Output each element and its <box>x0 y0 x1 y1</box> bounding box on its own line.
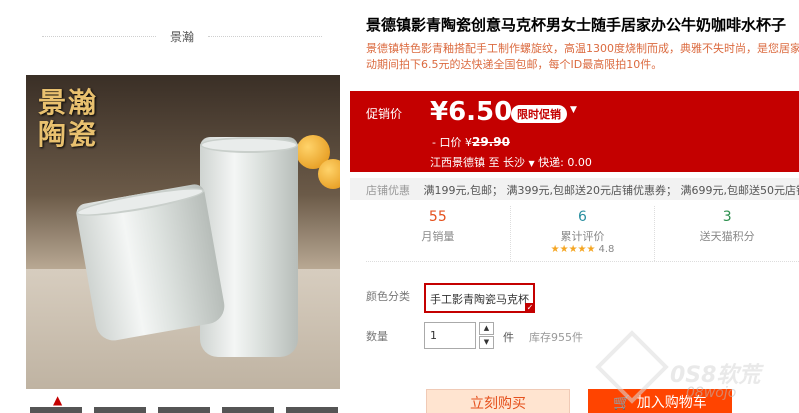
shop-header: 景瀚 <box>42 26 323 46</box>
brand-logo: 景瀚陶瓷 <box>38 86 99 151</box>
stats-row: 55 月销量 6 累计评价 ★★★★★ 4.8 3 送天猫积分 <box>366 206 799 262</box>
coupon-text[interactable]: 满199元,包邮； 满399元,包邮送20元店铺优惠券； 满699元,包邮送50… <box>424 184 799 197</box>
sku-option-text: 手工影青陶瓷马克杯 <box>430 293 529 306</box>
promo-price: ¥6.50 <box>430 97 513 127</box>
sku-label: 颜色分类 <box>366 290 410 303</box>
check-icon: ✓ <box>525 303 535 313</box>
orange-decoration <box>318 159 340 189</box>
divider <box>42 35 156 37</box>
cup-rim <box>200 137 298 153</box>
add-to-cart-label: 加入购物车 <box>636 395 707 411</box>
cup-image <box>200 137 298 357</box>
stat-value: 3 <box>722 209 732 225</box>
quantity-unit: 件 <box>503 331 514 344</box>
stat-points: 3 送天猫积分 <box>655 206 799 261</box>
promo-label: 促销价 <box>366 107 403 121</box>
product-subtitle: 景德镇特色影青釉搭配手工制作螺旋纹，高温1300度烧制而成，典雅不失时尚，是您居… <box>366 41 799 73</box>
thumbnail[interactable] <box>94 407 146 413</box>
ship-from: 江西景德镇 <box>430 156 485 169</box>
cart-icon: 🛒 <box>613 395 631 411</box>
coupon-bar: 店铺优惠 满199元,包邮； 满399元,包邮送20元店铺优惠券； 满699元,… <box>350 178 799 200</box>
original-price-value: 29.90 <box>471 135 510 149</box>
ship-fee: 0.00 <box>567 156 592 169</box>
coupon-label: 店铺优惠 <box>366 184 410 197</box>
quantity-input[interactable]: 1 <box>424 322 476 349</box>
watermark-text: 0S8软荒 <box>670 363 761 388</box>
original-price-label: - 口价 ¥ <box>432 136 472 149</box>
subtitle-line: 动期间拍下6.5元的达快递全国包邮，每个ID最高限拍10件。 <box>366 58 663 71</box>
chevron-down-icon[interactable]: ▼ <box>570 105 577 115</box>
stock-count: 库存955件 <box>529 331 583 344</box>
product-title: 景德镇影青陶瓷创意马克杯男女士随手居家办公牛奶咖啡水杯子 <box>366 16 787 34</box>
rating-score: 4.8 <box>598 244 615 255</box>
divider <box>208 35 323 37</box>
shipping-info: 江西景德镇 至 长沙 ▼ 快递: 0.00 <box>430 154 592 170</box>
stat-label: 送天猫积分 <box>699 230 755 243</box>
decrement-icon[interactable]: ▼ <box>479 336 494 349</box>
chevron-down-icon[interactable]: ▼ <box>529 159 535 168</box>
thumbnail[interactable] <box>158 407 210 413</box>
stat-reviews[interactable]: 6 累计评价 ★★★★★ 4.8 <box>511 206 656 261</box>
stat-monthly-sales: 55 月销量 <box>366 206 511 261</box>
stat-label: 累计评价 <box>560 230 605 243</box>
add-to-cart-button[interactable]: 🛒 加入购物车 <box>588 389 732 413</box>
product-main-image[interactable]: 景瀚陶瓷 <box>26 75 340 389</box>
ship-fee-label: 快递: <box>538 156 564 169</box>
stat-value: 55 <box>428 209 447 225</box>
thumbnail[interactable] <box>30 407 82 413</box>
subtitle-line: 景德镇特色影青釉搭配手工制作螺旋纹，高温1300度烧制而成，典雅不失时尚，是您居… <box>366 42 799 55</box>
thumbnail-strip <box>30 407 338 413</box>
ship-to-word: 至 <box>488 156 500 169</box>
stat-label: 月销量 <box>421 230 455 243</box>
cup-rim <box>74 182 206 222</box>
promo-tag: 限时促销 <box>511 105 567 123</box>
buy-now-button[interactable]: 立刻购买 <box>426 389 570 413</box>
quantity-label: 数量 <box>366 330 388 343</box>
cup-image <box>74 182 228 344</box>
stat-value: 6 <box>578 209 587 225</box>
shop-name[interactable]: 景瀚 <box>156 28 208 45</box>
rating: ★★★★★ 4.8 <box>511 244 655 255</box>
promo-price-box: 促销价 ¥6.50 限时促销 ▼ - 口价 ¥29.90 江西景德镇 至 长沙 … <box>350 91 799 172</box>
sku-option-selected[interactable]: 手工影青陶瓷马克杯 ✓ <box>424 283 535 313</box>
thumbnail[interactable] <box>222 407 274 413</box>
original-price: - 口价 ¥29.90 <box>432 134 510 150</box>
chevron-up-icon[interactable]: ▲ <box>53 393 62 407</box>
thumbnail[interactable] <box>286 407 338 413</box>
ship-destination[interactable]: 长沙 <box>503 156 525 169</box>
star-icon: ★★★★★ <box>550 244 596 255</box>
increment-icon[interactable]: ▲ <box>479 322 494 335</box>
